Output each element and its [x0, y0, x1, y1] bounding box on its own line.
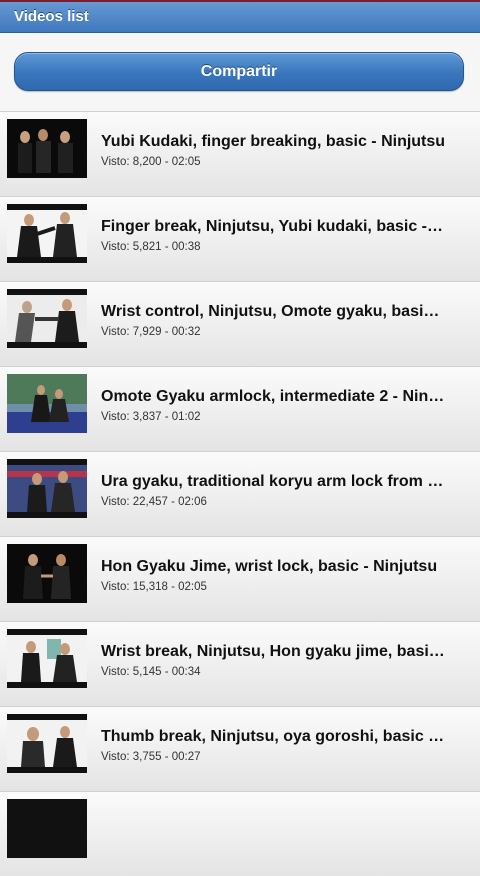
video-title: Hon Gyaku Jime, wrist lock, basic - Ninj…: [101, 558, 438, 575]
video-title: Yubi Kudaki, finger breaking, basic - Ni…: [101, 133, 446, 150]
video-title: Ura gyaku, traditional koryu arm lock fr…: [101, 473, 446, 490]
video-thumbnail: [7, 629, 87, 688]
video-meta: Visto: 3,837 - 01:02: [101, 411, 201, 423]
video-item[interactable]: Hon Gyaku Jime, wrist lock, basic - Ninj…: [0, 536, 480, 621]
share-area: Compartir: [0, 33, 480, 111]
video-title: Wrist control, Ninjutsu, Omote gyaku, ba…: [101, 303, 446, 320]
video-meta: Visto: 22,457 - 02:06: [101, 496, 207, 508]
title-bar-accent: [0, 0, 480, 2]
video-thumbnail: [7, 714, 87, 773]
video-title: Omote Gyaku armlock, intermediate 2 - Ni…: [101, 388, 446, 405]
video-title: Finger break, Ninjutsu, Yubi kudaki, bas…: [101, 218, 446, 235]
video-thumbnail: [7, 119, 87, 178]
video-title: Wrist break, Ninjutsu, Hon gyaku jime, b…: [101, 643, 446, 660]
video-item[interactable]: Yubi Kudaki, finger breaking, basic - Ni…: [0, 111, 480, 196]
video-thumbnail: [7, 459, 87, 518]
video-item[interactable]: Ura gyaku, traditional koryu arm lock fr…: [0, 451, 480, 536]
page-title: Videos list: [14, 8, 89, 25]
video-thumbnail: [7, 204, 87, 263]
video-item[interactable]: Wrist control, Ninjutsu, Omote gyaku, ba…: [0, 281, 480, 366]
video-item[interactable]: Omote Gyaku armlock, intermediate 2 - Ni…: [0, 366, 480, 451]
video-meta: Visto: 8,200 - 02:05: [101, 156, 201, 168]
video-thumbnail: [7, 374, 87, 433]
video-item[interactable]: Thumb break, Ninjutsu, oya goroshi, basi…: [0, 706, 480, 791]
video-item[interactable]: Wrist break, Ninjutsu, Hon gyaku jime, b…: [0, 621, 480, 706]
video-meta: Visto: 7,929 - 00:32: [101, 326, 201, 338]
video-meta: Visto: 5,145 - 00:34: [101, 666, 201, 678]
share-button[interactable]: Compartir: [14, 52, 464, 91]
video-meta: Visto: 15,318 - 02:05: [101, 581, 207, 593]
video-thumbnail: [7, 289, 87, 348]
title-bar: Videos list: [0, 0, 480, 33]
video-thumbnail: [7, 544, 87, 603]
video-meta: Visto: 5,821 - 00:38: [101, 241, 201, 253]
video-meta: Visto: 3,755 - 00:27: [101, 751, 201, 763]
video-item[interactable]: Finger break, Ninjutsu, Yubi kudaki, bas…: [0, 196, 480, 281]
video-item-partial[interactable]: [0, 791, 480, 876]
video-title: Thumb break, Ninjutsu, oya goroshi, basi…: [101, 728, 446, 745]
video-thumbnail: [7, 799, 87, 858]
videos-list: Yubi Kudaki, finger breaking, basic - Ni…: [0, 111, 480, 876]
